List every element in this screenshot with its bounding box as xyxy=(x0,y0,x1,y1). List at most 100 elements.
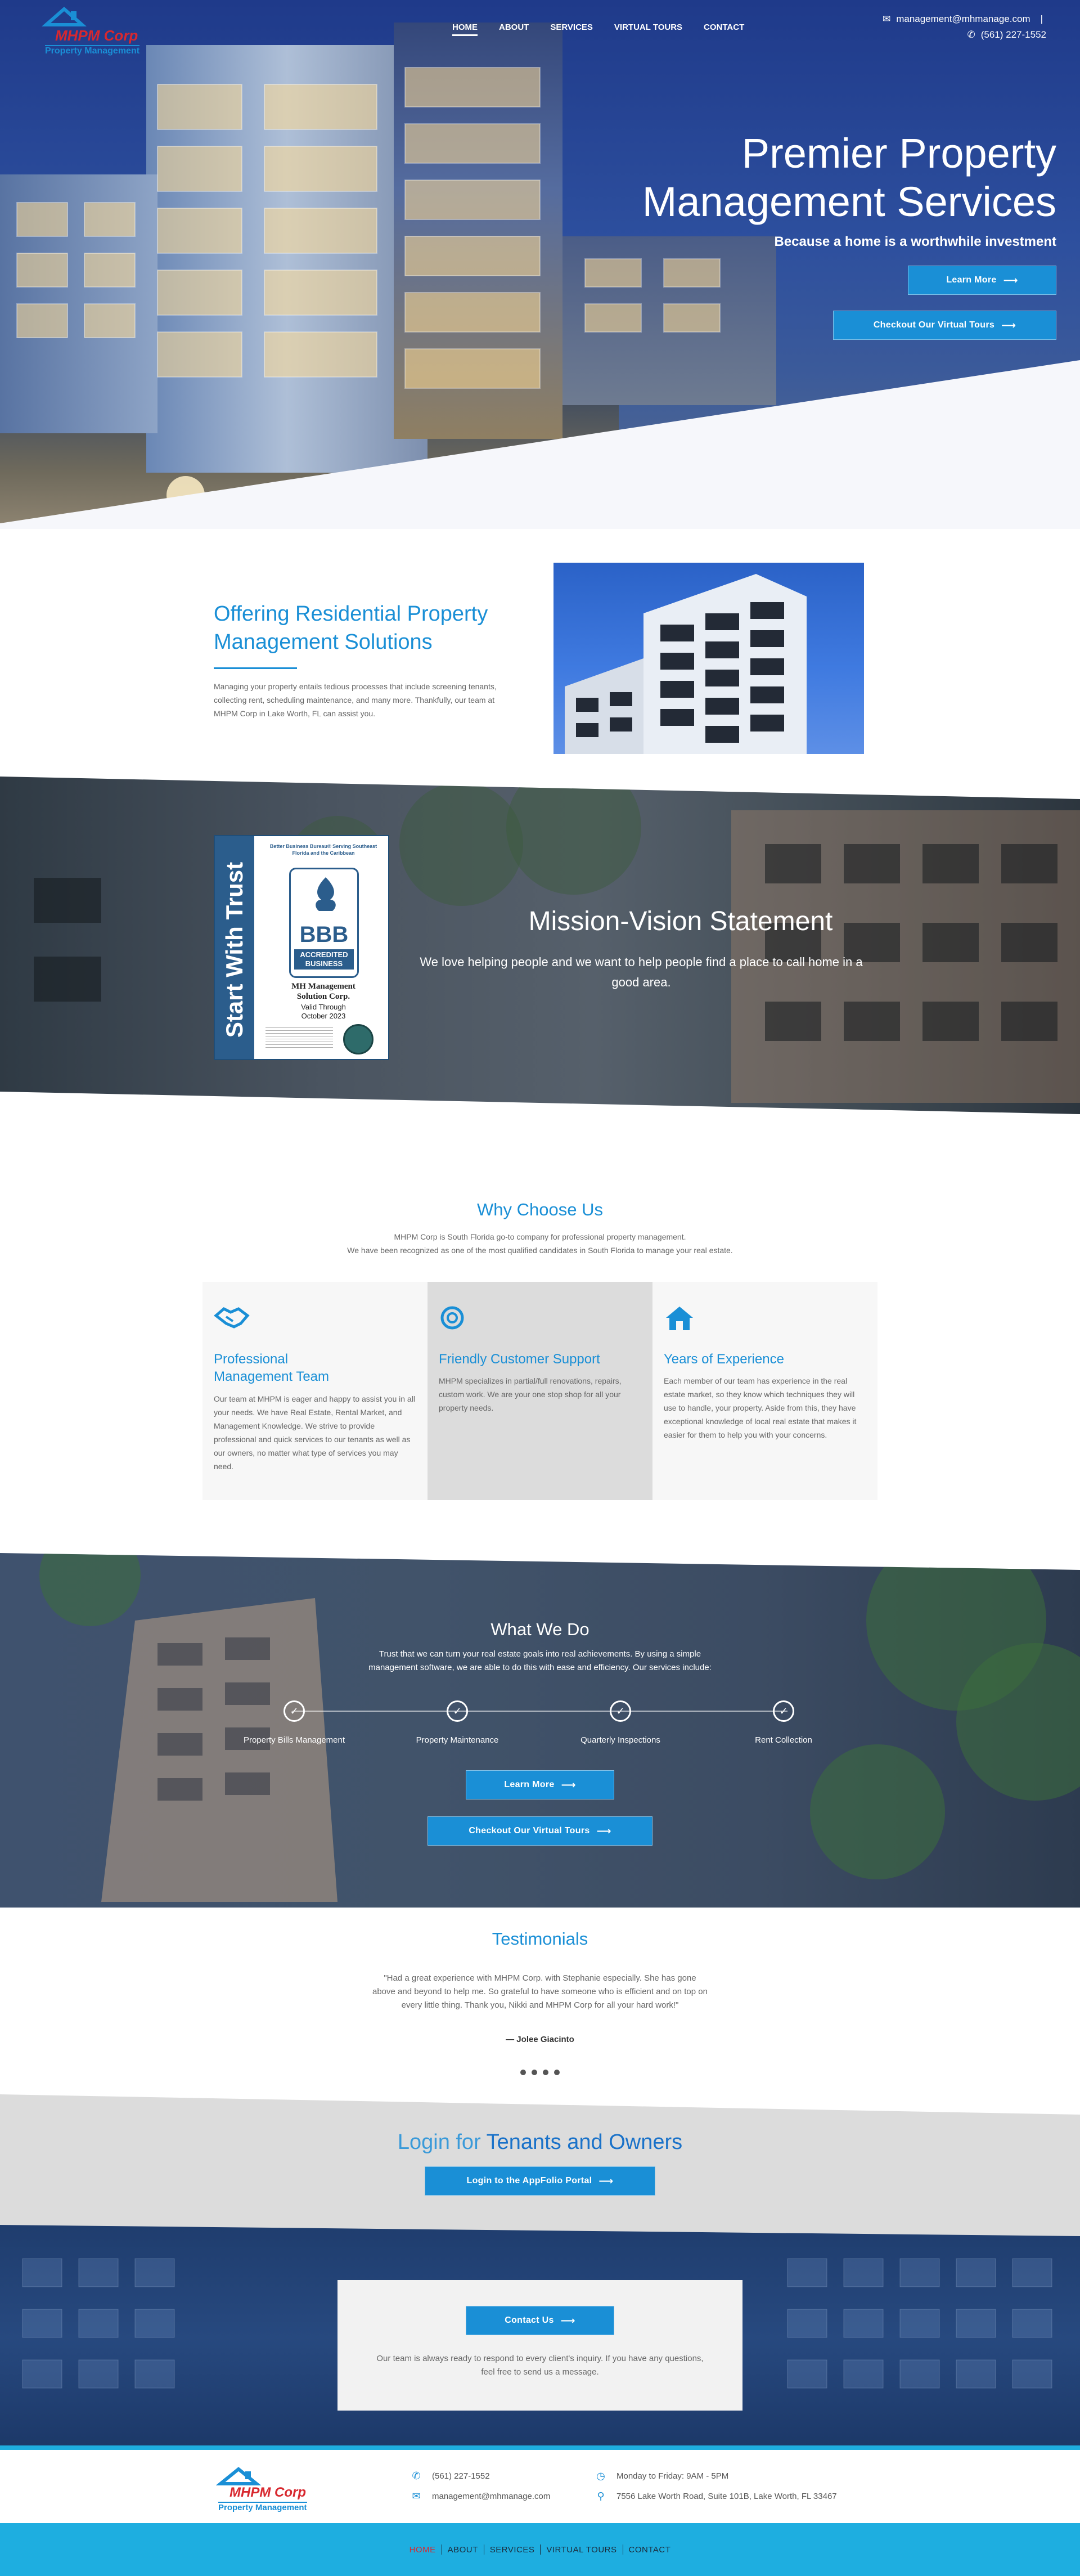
why-intro-line1: MHPM Corp is South Florida go-to company… xyxy=(394,1232,686,1241)
footer-nav-bar: HOME ABOUT SERVICES VIRTUAL TOURS CONTAC… xyxy=(0,2523,1080,2576)
main-nav: HOME ABOUT SERVICES VIRTUAL TOURS CONTAC… xyxy=(452,23,766,36)
check-icon: ✓ xyxy=(610,1700,631,1722)
offering-title-underline xyxy=(214,667,297,669)
hero-virtual-tours-button[interactable]: Checkout Our Virtual Tours ⟶ xyxy=(833,311,1056,340)
bbb-accreditation-badge[interactable]: Start With Trust Better Business Bureau®… xyxy=(214,835,389,1060)
why-card-professional: Professional Management Team Our team at… xyxy=(202,1282,428,1500)
arrow-right-icon: ⟶ xyxy=(596,1825,611,1837)
what-buildings-graphic xyxy=(39,1553,1080,1902)
carousel-dot[interactable] xyxy=(554,2070,560,2075)
services-timeline-line xyxy=(292,1711,788,1712)
offering-body: Managing your property entails tedious p… xyxy=(214,682,497,718)
badge-accredited: ACCREDITED BUSINESS xyxy=(294,949,354,970)
envelope-icon: ✉ xyxy=(412,2490,421,2502)
badge-bbb-header: Better Business Bureau® Serving Southeas… xyxy=(269,843,377,856)
footer-logo[interactable]: MHPM Corp Property Management xyxy=(216,2467,351,2512)
footer-address[interactable]: ⚲ 7556 Lake Worth Road, Suite 101B, Lake… xyxy=(595,2490,836,2502)
logo-subtitle: Property Management xyxy=(45,45,140,56)
header-phone[interactable]: ✆ (561) 227-1552 xyxy=(967,29,1046,41)
testimonial-carousel-dots xyxy=(518,2070,562,2076)
why-intro-line2: We have been recognized as one of the mo… xyxy=(347,1246,733,1255)
map-pin-icon: ⚲ xyxy=(597,2490,605,2502)
logo-subtitle: Property Management xyxy=(218,2502,307,2512)
appfolio-login-button[interactable]: Login to the AppFolio Portal ⟶ xyxy=(425,2166,655,2196)
badge-date: October 2023 xyxy=(301,1012,346,1020)
footer-nav: HOME ABOUT SERVICES VIRTUAL TOURS CONTAC… xyxy=(404,2544,677,2555)
check-icon: ✓ xyxy=(284,1700,305,1722)
why-title: Why Choose Us xyxy=(477,1200,603,1219)
arrow-right-icon: ⟶ xyxy=(560,2314,575,2326)
handshake-icon xyxy=(214,1304,250,1331)
badge-vertical-text: Start With Trust xyxy=(221,861,248,1038)
why-card-experience: Years of Experience Each member of our t… xyxy=(652,1282,878,1500)
footer-hours: ◷ Monday to Friday: 9AM - 5PM xyxy=(595,2470,728,2482)
footer-top-line xyxy=(0,2445,1080,2450)
why-card-body: Each member of our team has experience i… xyxy=(664,1376,857,1439)
arrow-right-icon: ⟶ xyxy=(1001,319,1016,331)
check-icon: ✓ xyxy=(447,1700,468,1722)
carousel-dot[interactable] xyxy=(532,2070,537,2075)
footer-background xyxy=(0,2450,1080,2523)
why-card-title: Professional Management Team xyxy=(214,1352,330,1384)
logo-name: MHPM Corp xyxy=(230,2485,306,2500)
footer-nav-home[interactable]: HOME xyxy=(404,2545,442,2555)
nav-virtual-tours[interactable]: VIRTUAL TOURS xyxy=(614,23,682,36)
nav-about[interactable]: ABOUT xyxy=(499,23,529,36)
footer-nav-contact[interactable]: CONTACT xyxy=(623,2545,677,2555)
why-card-title: Years of Experience xyxy=(664,1352,784,1367)
badge-company: MH Management Solution Corp. xyxy=(291,982,356,1001)
mission-body: We love helping people and we want to he… xyxy=(420,955,863,989)
service-item: Property Maintenance xyxy=(416,1735,499,1745)
hero-section xyxy=(0,0,1080,529)
service-item: Property Bills Management xyxy=(243,1735,345,1745)
arrow-right-icon: ⟶ xyxy=(1003,274,1018,286)
arrow-right-icon: ⟶ xyxy=(561,1779,576,1790)
hero-title: Premier Property Management Services xyxy=(642,130,1056,225)
badge-bbb-logo: BBB ACCREDITED BUSINESS xyxy=(289,868,359,978)
footer-nav-services[interactable]: SERVICES xyxy=(484,2545,541,2555)
white-building-graphic xyxy=(565,574,807,754)
carousel-dot[interactable] xyxy=(543,2070,548,2075)
contact-us-button[interactable]: Contact Us ⟶ xyxy=(466,2306,614,2335)
why-card-body: MHPM specializes in partial/full renovat… xyxy=(439,1376,622,1412)
footer-email[interactable]: ✉ management@mhmanage.com xyxy=(411,2490,550,2502)
carousel-dot[interactable] xyxy=(520,2070,526,2075)
hero-subtitle: Because a home is a worthwhile investmen… xyxy=(774,234,1057,249)
header-email[interactable]: ✉ management@mhmanage.com | xyxy=(883,14,1043,25)
phone-icon: ✆ xyxy=(412,2470,421,2481)
what-body: Trust that we can turn your real estate … xyxy=(368,1649,712,1672)
why-card-support: Friendly Customer Support MHPM specializ… xyxy=(428,1282,652,1500)
footer-phone[interactable]: ✆ (561) 227-1552 xyxy=(411,2470,489,2482)
offering-title: Offering Residential Property Management… xyxy=(214,602,488,654)
testimonial-author: — Jolee Giacinto xyxy=(506,2035,574,2044)
lifebuoy-icon xyxy=(439,1304,475,1331)
separator-bar: | xyxy=(1040,14,1043,24)
badge-bbb-text: BBB xyxy=(299,922,349,947)
mission-buildings-graphic xyxy=(34,777,1080,1103)
check-icon: ✓ xyxy=(773,1700,794,1722)
offering-building-image xyxy=(554,563,864,754)
why-card-title: Friendly Customer Support xyxy=(439,1352,600,1367)
phone-icon: ✆ xyxy=(967,29,975,40)
header-logo[interactable]: MHPM Corp Property Management xyxy=(42,6,177,56)
nav-home[interactable]: HOME xyxy=(452,23,478,36)
nav-services[interactable]: SERVICES xyxy=(550,23,593,36)
contact-card xyxy=(338,2280,742,2411)
mission-background-image xyxy=(0,777,1080,1114)
bbb-torch-icon xyxy=(316,877,336,911)
testimonial-quote: "Had a great experience with MHPM Corp. … xyxy=(372,1973,708,2010)
service-item: Rent Collection xyxy=(755,1735,812,1745)
what-background-image xyxy=(0,1553,1080,1908)
nav-contact[interactable]: CONTACT xyxy=(704,23,744,36)
hero-learn-more-button[interactable]: Learn More ⟶ xyxy=(908,266,1056,295)
clock-icon: ◷ xyxy=(596,2470,605,2481)
what-title: What We Do xyxy=(490,1619,590,1639)
home-icon xyxy=(664,1304,700,1331)
footer-nav-virtual-tours[interactable]: VIRTUAL TOURS xyxy=(541,2545,622,2555)
what-virtual-tours-button[interactable]: Checkout Our Virtual Tours ⟶ xyxy=(428,1816,652,1846)
badge-valid: Valid Through xyxy=(301,1003,346,1011)
service-item: Quarterly Inspections xyxy=(580,1735,660,1745)
footer-nav-about[interactable]: ABOUT xyxy=(442,2545,484,2555)
what-learn-more-button[interactable]: Learn More ⟶ xyxy=(466,1770,614,1799)
login-title: Login for Tenants and Owners xyxy=(397,2130,683,2154)
